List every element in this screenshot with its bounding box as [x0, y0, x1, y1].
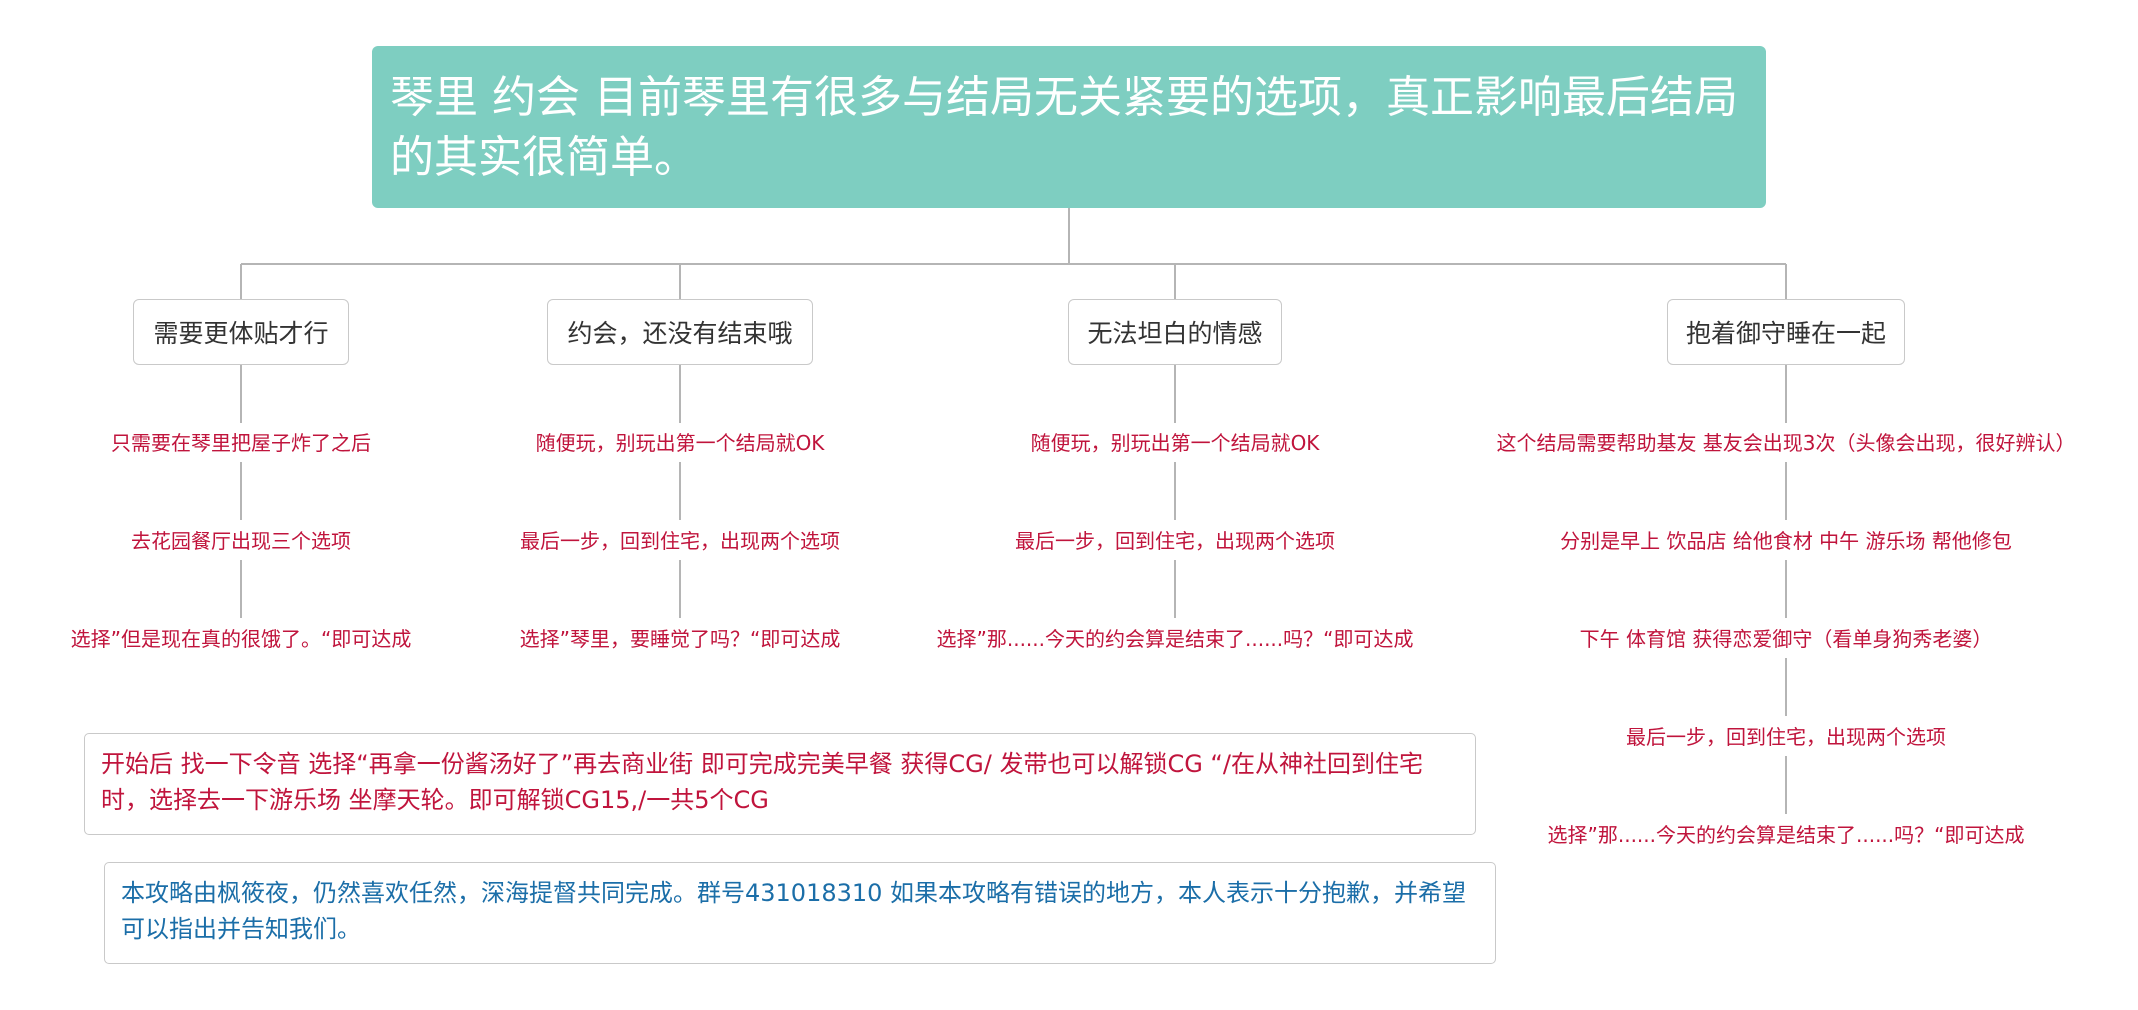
leaf-item: 最后一步，回到住宅，出现两个选项 — [1626, 725, 1946, 749]
root-title: 琴里 约会 目前琴里有很多与结局无关紧要的选项，真正影响最后结局的其实很简单。 — [390, 72, 1738, 183]
root-topic: 琴里 约会 目前琴里有很多与结局无关紧要的选项，真正影响最后结局的其实很简单。 — [372, 46, 1766, 208]
branch-need-more-caring: 需要更体贴才行 — [133, 299, 349, 365]
leaf-item: 随便玩，别玩出第一个结局就OK — [1030, 431, 1320, 455]
leaf-item: 分别是早上 饮品店 给他食材 中午 游乐场 帮他修包 — [1560, 529, 2012, 553]
leaf-item: 只需要在琴里把屋子炸了之后 — [111, 431, 371, 455]
leaf-item: 最后一步，回到住宅，出现两个选项 — [520, 529, 840, 553]
leaf-item: 去花园餐厅出现三个选项 — [131, 529, 351, 553]
cg-note-text: 开始后 找一下令音 选择“再拿一份酱汤好了”再去商业街 即可完成完美早餐 获得C… — [101, 750, 1423, 814]
credits-text: 本攻略由枫筱夜，仍然喜欢任然，深海提督共同完成。群号431018310 如果本攻… — [121, 879, 1467, 943]
leaf-item: 下午 体育馆 获得恋爱御守（看单身狗秀老婆） — [1579, 627, 1993, 651]
leaf-item: 选择”但是现在真的很饿了。“即可达成 — [70, 627, 412, 651]
leaf-item: 选择”那......今天的约会算是结束了......吗？“即可达成 — [936, 627, 1414, 651]
branch-label: 无法坦白的情感 — [1087, 319, 1263, 348]
branch-sleep-with-charm: 抱着御守睡在一起 — [1667, 299, 1905, 365]
credits-note: 本攻略由枫筱夜，仍然喜欢任然，深海提督共同完成。群号431018310 如果本攻… — [104, 862, 1496, 964]
leaf-item: 这个结局需要帮助基友 基友会出现3次（头像会出现，很好辨认） — [1496, 431, 2076, 455]
branch-label: 需要更体贴才行 — [153, 319, 329, 348]
cg-unlock-note: 开始后 找一下令音 选择“再拿一份酱汤好了”再去商业街 即可完成完美早餐 获得C… — [84, 733, 1476, 835]
branch-label: 抱着御守睡在一起 — [1685, 319, 1886, 348]
branch-unspoken-feelings: 无法坦白的情感 — [1068, 299, 1282, 365]
leaf-item: 选择”琴里，要睡觉了吗？“即可达成 — [519, 627, 841, 651]
branch-date-not-over: 约会，还没有结束哦 — [547, 299, 813, 365]
leaf-item: 随便玩，别玩出第一个结局就OK — [535, 431, 825, 455]
leaf-item: 选择”那......今天的约会算是结束了......吗？“即可达成 — [1547, 823, 2025, 847]
branch-label: 约会，还没有结束哦 — [567, 319, 793, 348]
leaf-item: 最后一步，回到住宅，出现两个选项 — [1015, 529, 1335, 553]
